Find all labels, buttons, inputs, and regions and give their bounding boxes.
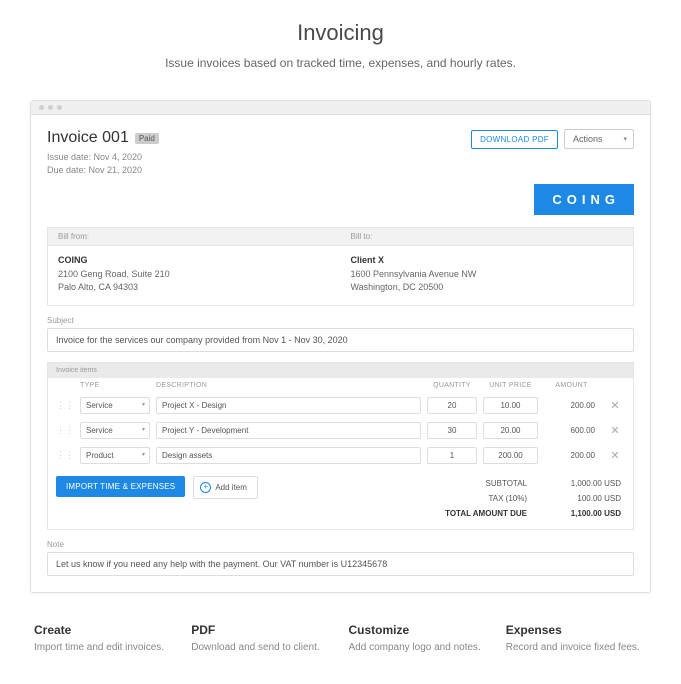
- unit-price-input[interactable]: [483, 397, 538, 414]
- th-qty: QUANTITY: [427, 382, 477, 389]
- delete-row-icon[interactable]: ✕: [605, 399, 625, 412]
- th-desc: DESCRIPTION: [156, 382, 421, 389]
- total-value: 1,100.00 USD: [551, 509, 621, 518]
- to-address-1: 1600 Pennsylvania Avenue NW: [351, 268, 624, 282]
- feature-pdf: PDF Download and send to client.: [191, 623, 332, 654]
- tax-label: TAX (10%): [427, 494, 527, 503]
- chevron-down-icon: ▾: [142, 426, 145, 433]
- window-dot-icon: [39, 105, 44, 110]
- subject-label: Subject: [47, 316, 634, 325]
- chevron-down-icon: ▾: [623, 135, 627, 143]
- invoice-title: Invoice 001: [47, 129, 129, 147]
- amount-value: 600.00: [544, 426, 599, 435]
- window-dot-icon: [57, 105, 62, 110]
- from-address-2: Palo Alto, CA 94303: [58, 281, 331, 295]
- drag-handle-icon[interactable]: ⋮⋮: [56, 450, 74, 461]
- feature-desc: Import time and edit invoices.: [34, 641, 175, 654]
- issue-date: Issue date: Nov 4, 2020: [47, 151, 159, 164]
- delete-row-icon[interactable]: ✕: [605, 449, 625, 462]
- hero-title: Invoicing: [30, 20, 651, 46]
- status-badge: Paid: [135, 133, 159, 144]
- plus-circle-icon: +: [200, 482, 211, 493]
- line-item: ⋮⋮ Service▾ 600.00 ✕: [48, 418, 633, 443]
- tax-value: 100.00 USD: [551, 494, 621, 503]
- due-date: Due date: Nov 21, 2020: [47, 164, 159, 177]
- subtotal-value: 1,000.00 USD: [551, 479, 621, 488]
- actions-dropdown[interactable]: Actions ▾: [564, 129, 634, 149]
- amount-value: 200.00: [544, 451, 599, 460]
- chevron-down-icon: ▾: [142, 401, 145, 408]
- type-select[interactable]: Product▾: [80, 447, 150, 464]
- th-type: TYPE: [80, 382, 150, 389]
- note-input[interactable]: [47, 552, 634, 576]
- unit-price-input[interactable]: [483, 447, 538, 464]
- add-item-button[interactable]: + Add item: [193, 476, 258, 499]
- type-select[interactable]: Service▾: [80, 397, 150, 414]
- bill-from-label: Bill from:: [48, 228, 341, 246]
- brand-logo: COING: [534, 184, 634, 215]
- feature-expenses: Expenses Record and invoice fixed fees.: [506, 623, 647, 654]
- quantity-input[interactable]: [427, 422, 477, 439]
- feature-create: Create Import time and edit invoices.: [34, 623, 175, 654]
- from-name: COING: [58, 254, 331, 268]
- browser-window: Invoice 001 Paid Issue date: Nov 4, 2020…: [30, 100, 651, 593]
- items-label: Invoice items: [48, 363, 633, 378]
- to-address-2: Washington, DC 20500: [351, 281, 624, 295]
- feature-desc: Download and send to client.: [191, 641, 332, 654]
- subtotal-label: SUBTOTAL: [427, 479, 527, 488]
- bill-to-label: Bill to:: [341, 228, 634, 246]
- th-amount: AMOUNT: [544, 382, 599, 389]
- description-input[interactable]: [156, 422, 421, 439]
- quantity-input[interactable]: [427, 447, 477, 464]
- description-input[interactable]: [156, 447, 421, 464]
- hero-subtitle: Issue invoices based on tracked time, ex…: [30, 56, 651, 70]
- description-input[interactable]: [156, 397, 421, 414]
- quantity-input[interactable]: [427, 397, 477, 414]
- feature-desc: Add company logo and notes.: [349, 641, 490, 654]
- total-label: TOTAL AMOUNT DUE: [427, 509, 527, 518]
- unit-price-input[interactable]: [483, 422, 538, 439]
- amount-value: 200.00: [544, 401, 599, 410]
- line-item: ⋮⋮ Product▾ 200.00 ✕: [48, 443, 633, 468]
- feature-customize: Customize Add company logo and notes.: [349, 623, 490, 654]
- chevron-down-icon: ▾: [142, 451, 145, 458]
- type-select[interactable]: Service▾: [80, 422, 150, 439]
- drag-handle-icon[interactable]: ⋮⋮: [56, 400, 74, 411]
- window-dot-icon: [48, 105, 53, 110]
- subject-input[interactable]: [47, 328, 634, 352]
- download-pdf-button[interactable]: DOWNLOAD PDF: [471, 130, 558, 149]
- feature-desc: Record and invoice fixed fees.: [506, 641, 647, 654]
- th-price: UNIT PRICE: [483, 382, 538, 389]
- browser-chrome: [31, 101, 650, 115]
- drag-handle-icon[interactable]: ⋮⋮: [56, 425, 74, 436]
- from-address-1: 2100 Geng Road, Suite 210: [58, 268, 331, 282]
- delete-row-icon[interactable]: ✕: [605, 424, 625, 437]
- line-item: ⋮⋮ Service▾ 200.00 ✕: [48, 393, 633, 418]
- note-label: Note: [47, 540, 634, 549]
- actions-label: Actions: [573, 134, 603, 144]
- import-time-expenses-button[interactable]: IMPORT TIME & EXPENSES: [56, 476, 185, 497]
- to-name: Client X: [351, 254, 624, 268]
- add-item-label: Add item: [215, 483, 247, 492]
